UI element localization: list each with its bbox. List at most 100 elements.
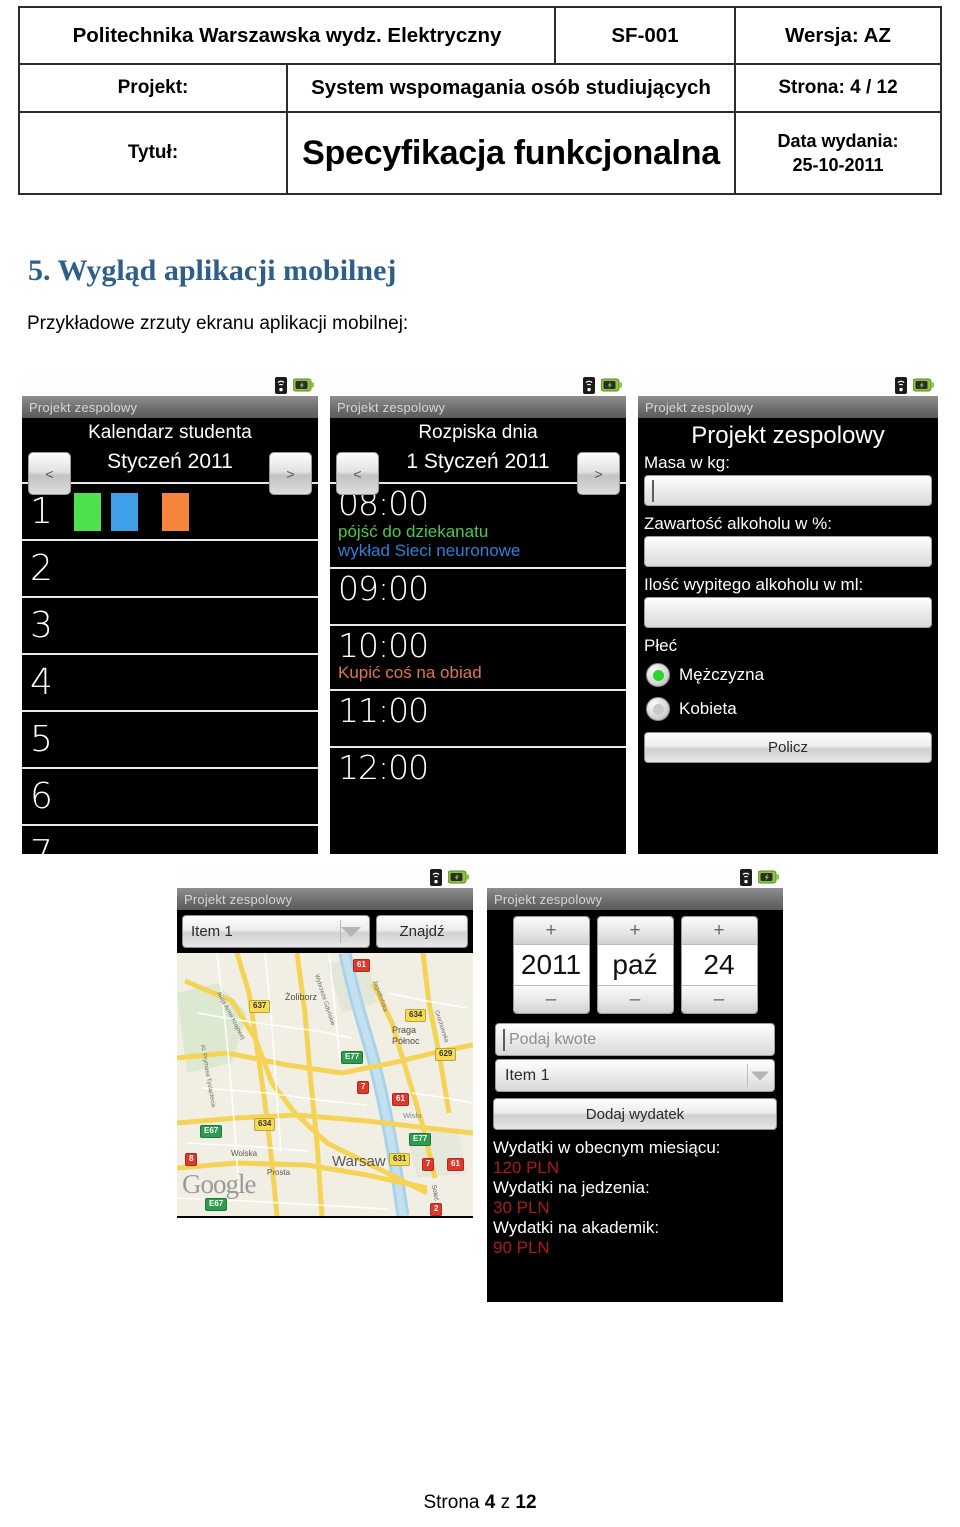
road-shield: 634 <box>254 1118 276 1131</box>
calendar-day-number: 7 <box>30 832 53 854</box>
document-header-table: Politechnika Warszawska wydz. Elektryczn… <box>18 6 942 195</box>
screenshot-expenses: Projekt zespolowy +2011– + paź – +24– Podaj … <box>487 866 783 1302</box>
expense-summary-label: Wydatki na jedzenia: <box>493 1178 650 1198</box>
schedule-slot-time: 10:00 <box>338 625 429 665</box>
schedule-next-button[interactable]: > <box>577 452 620 495</box>
schedule-slot[interactable]: 11:00 <box>330 688 626 746</box>
alcohol-screen-title: Projekt zespolowy <box>638 418 938 452</box>
svg-text:Wisła: Wisła <box>403 1111 422 1120</box>
road-shield: 61 <box>353 959 370 972</box>
category-spinner[interactable]: Item 1 <box>495 1059 775 1092</box>
radio-indicator <box>652 669 664 681</box>
schedule-slot[interactable]: 12:00 <box>330 745 626 803</box>
footer-page-number: 4 <box>484 1492 496 1513</box>
road-shield: 7 <box>422 1158 435 1171</box>
find-button[interactable]: Znajdź <box>376 915 468 948</box>
calendar-day-number: 4 <box>30 661 53 703</box>
date-picker-value: 2011 <box>513 945 589 985</box>
gender-radio-group[interactable]: Mężczyzna Kobieta <box>638 658 938 726</box>
screenshot-schedule: Projekt zespolowy Rozpiska dnia 1 Stycze… <box>330 374 626 854</box>
form-text-input[interactable] <box>644 597 932 628</box>
road-shield: E77 <box>409 1133 432 1146</box>
date-picker-column[interactable]: + paź – <box>596 916 674 1014</box>
calendar-event-block <box>162 492 189 531</box>
radio-option[interactable]: Mężczyzna <box>638 658 938 692</box>
road-shield: 634 <box>405 1009 427 1022</box>
road-shield: E67 <box>200 1125 223 1138</box>
radio-button[interactable] <box>646 697 670 721</box>
header-project-name: System wspomagania osób studiujących <box>286 63 736 113</box>
calendar-day-number: 1 <box>30 490 53 532</box>
header-project-label: Projekt: <box>18 63 288 113</box>
map-canvas[interactable]: Żoliborz Praga Północ Wisła Warsaw Wolsk… <box>177 953 473 1216</box>
decrement-button[interactable]: – <box>681 985 757 1013</box>
radio-label: Mężczyzna <box>679 665 765 684</box>
calendar-prev-button[interactable]: < <box>28 452 71 495</box>
svg-text:Żoliborz: Żoliborz <box>285 992 318 1002</box>
expense-summary: Wydatki w obecnym miesiącu: 120 PLN Wydatk… <box>487 1136 783 1259</box>
battery-charging-icon <box>758 870 779 884</box>
form-field-label: Masa w kg: <box>638 452 938 475</box>
calculate-button[interactable]: Policz <box>644 732 932 763</box>
calendar-day-row[interactable]: 7 <box>22 824 318 854</box>
battery-charging-icon <box>913 378 934 392</box>
text-caret <box>652 480 654 502</box>
gender-label: Płeć <box>638 635 938 658</box>
expense-summary-label: Wydatki na akademik: <box>493 1218 660 1238</box>
schedule-title: Rozpiska dnia <box>418 422 538 443</box>
expense-summary-value: 30 PLN <box>493 1198 550 1218</box>
calendar-screen: Kalendarz studenta Styczeń 2011 < > 1 2 3 4… <box>22 418 318 854</box>
header-doc-code: SF-001 <box>554 6 736 65</box>
svg-text:Północ: Północ <box>392 1036 420 1046</box>
decrement-button[interactable]: – <box>597 985 673 1013</box>
calendar-day-row[interactable]: 5 <box>22 710 318 767</box>
map-item-spinner[interactable]: Item 1 <box>182 915 370 948</box>
calendar-day-row[interactable]: 3 <box>22 596 318 653</box>
schedule-slot[interactable]: 10:00 Kupić coś na obiad <box>330 623 626 689</box>
road-shield: 637 <box>249 1000 271 1013</box>
schedule-event: wykład Sieci neuronowe <box>338 541 521 561</box>
calendar-day-row[interactable]: 4 <box>22 653 318 710</box>
date-picker-column[interactable]: +2011– <box>512 916 590 1014</box>
section-paragraph: Przykładowe zrzuty ekranu aplikacji mobi… <box>27 313 409 334</box>
category-value: Item 1 <box>505 1066 550 1084</box>
increment-button[interactable]: + <box>513 917 589 945</box>
expense-summary-value: 90 PLN <box>493 1238 550 1258</box>
header-version: Wersja: AZ <box>734 6 942 65</box>
amount-input[interactable]: Podaj kwote <box>495 1023 775 1056</box>
screenshot-alcohol-calculator: Projekt zespolowy Projekt zespolowy Masa… <box>638 374 938 854</box>
battery-charging-icon <box>601 378 622 392</box>
calendar-day-number: 3 <box>30 604 53 646</box>
date-picker[interactable]: +2011– + paź – +24– <box>487 910 783 1020</box>
date-picker-value: paź <box>597 945 673 985</box>
date-picker-column[interactable]: +24– <box>680 916 758 1014</box>
form-text-input[interactable] <box>644 475 932 506</box>
schedule-slot[interactable]: 09:00 <box>330 566 626 624</box>
page-footer: Strona 4 z 12 <box>0 1492 960 1514</box>
expense-summary-value: 120 PLN <box>493 1158 560 1178</box>
radio-button[interactable] <box>646 663 670 687</box>
schedule-screen: Rozpiska dnia 1 Styczeń 2011 < > 08:00 pó… <box>330 418 626 803</box>
calendar-day-row[interactable]: 2 <box>22 539 318 596</box>
calendar-next-button[interactable]: > <box>269 452 312 495</box>
screenshot-calendar: Projekt zespolowy Kalendarz studenta Sty… <box>22 374 318 854</box>
signal-icon <box>894 376 908 394</box>
signal-icon <box>429 868 443 886</box>
map-toolbar: Item 1 Znajdź <box>177 910 473 953</box>
status-bar <box>22 374 318 396</box>
form-text-input[interactable] <box>644 536 932 567</box>
add-expense-button[interactable]: Dodaj wydatek <box>493 1098 777 1130</box>
increment-button[interactable]: + <box>597 917 673 945</box>
increment-button[interactable]: + <box>681 917 757 945</box>
schedule-prev-button[interactable]: < <box>336 452 379 495</box>
header-title-label: Tytuł: <box>18 111 288 195</box>
calendar-day-row[interactable]: 6 <box>22 767 318 824</box>
alcohol-screen: Projekt zespolowy Masa w kg: Zawartość al… <box>638 418 938 854</box>
road-shield: 2 <box>430 1203 443 1216</box>
app-title-bar: Projekt zespolowy <box>177 888 473 910</box>
decrement-button[interactable]: – <box>513 985 589 1013</box>
form-field-label: Zawartość alkoholu w %: <box>638 513 938 536</box>
section-heading: 5. Wygląd aplikacji mobilnej <box>28 254 397 287</box>
radio-option[interactable]: Kobieta <box>638 692 938 726</box>
date-picker-value: 24 <box>681 945 757 985</box>
